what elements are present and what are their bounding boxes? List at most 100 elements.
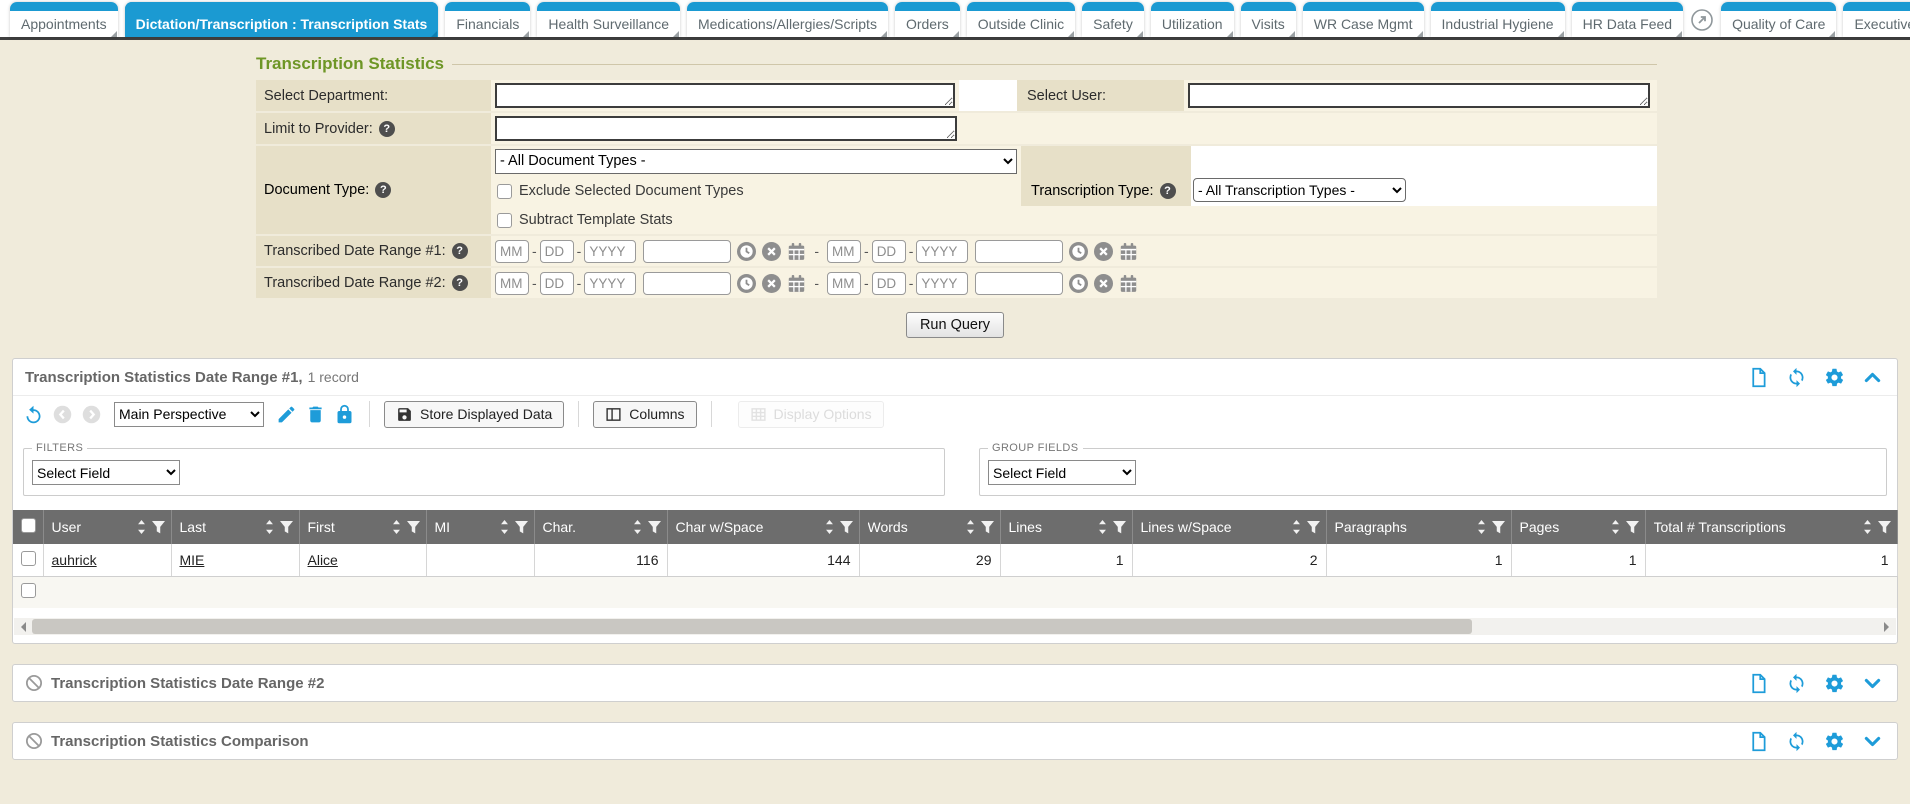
tab-medications-allergies-scripts[interactable]: Medications/Allergies/Scripts — [687, 2, 888, 37]
sort-icon[interactable] — [136, 520, 147, 534]
filter-funnel-icon[interactable] — [1113, 521, 1126, 534]
clear-icon[interactable] — [762, 242, 781, 261]
run-query-button[interactable]: Run Query — [906, 312, 1004, 338]
calendar-icon[interactable] — [1119, 274, 1138, 293]
collapse-icon[interactable] — [1862, 367, 1883, 388]
expand-icon[interactable] — [1862, 673, 1883, 694]
column-header-total-transcriptions[interactable]: Total # Transcriptions — [1645, 510, 1897, 544]
filter-funnel-icon[interactable] — [407, 521, 420, 534]
page-icon[interactable] — [1748, 731, 1769, 752]
filters-field-select[interactable]: Select Field — [32, 460, 180, 485]
range1-end-day-input[interactable] — [872, 240, 906, 263]
next-perspective-icon[interactable] — [81, 404, 102, 425]
sort-icon[interactable] — [264, 520, 275, 534]
range1-end-year-input[interactable] — [916, 240, 968, 263]
clear-icon[interactable] — [762, 274, 781, 293]
scrollbar-thumb[interactable] — [32, 619, 1472, 634]
sort-icon[interactable] — [965, 520, 976, 534]
filter-funnel-icon[interactable] — [1307, 521, 1320, 534]
external-link-icon[interactable] — [1690, 8, 1714, 37]
column-header-words[interactable]: Words — [859, 510, 1000, 544]
range1-end-time-input[interactable] — [975, 240, 1063, 263]
tab-wr-case-mgmt[interactable]: WR Case Mgmt — [1303, 2, 1424, 37]
sort-icon[interactable] — [824, 520, 835, 534]
select-all-checkbox[interactable] — [21, 518, 36, 533]
perspective-select[interactable]: Main Perspective — [114, 402, 264, 427]
calendar-icon[interactable] — [787, 242, 806, 261]
tab-orders[interactable]: Orders — [895, 2, 960, 37]
select-department-input[interactable] — [495, 83, 955, 108]
column-header-lines-w-space[interactable]: Lines w/Space — [1132, 510, 1326, 544]
clock-icon[interactable] — [737, 242, 756, 261]
column-header-paragraphs[interactable]: Paragraphs — [1326, 510, 1511, 544]
empty-row-checkbox[interactable] — [21, 583, 36, 598]
column-header-char-w-space[interactable]: Char w/Space — [667, 510, 859, 544]
page-icon[interactable] — [1748, 367, 1769, 388]
filter-funnel-icon[interactable] — [648, 521, 661, 534]
column-header-user[interactable]: User — [43, 510, 171, 544]
range1-start-month-input[interactable] — [495, 240, 529, 263]
help-icon[interactable] — [379, 121, 395, 137]
tab-hr-data-feed[interactable]: HR Data Feed — [1572, 2, 1683, 37]
column-header-pages[interactable]: Pages — [1511, 510, 1645, 544]
row-select-checkbox[interactable] — [21, 551, 36, 566]
range1-start-year-input[interactable] — [584, 240, 636, 263]
tab-utilization[interactable]: Utilization — [1151, 2, 1234, 37]
gear-icon[interactable] — [1824, 731, 1845, 752]
filter-funnel-icon[interactable] — [152, 521, 165, 534]
edit-pencil-icon[interactable] — [276, 404, 297, 425]
range2-end-day-input[interactable] — [872, 272, 906, 295]
gear-icon[interactable] — [1824, 367, 1845, 388]
filter-funnel-icon[interactable] — [840, 521, 853, 534]
expand-icon[interactable] — [1862, 731, 1883, 752]
delete-trash-icon[interactable] — [305, 404, 326, 425]
clear-icon[interactable] — [1094, 242, 1113, 261]
clear-icon[interactable] — [1094, 274, 1113, 293]
calendar-icon[interactable] — [787, 274, 806, 293]
document-type-select[interactable]: - All Document Types - — [495, 149, 1017, 174]
undo-icon[interactable] — [23, 404, 44, 425]
scroll-right-icon[interactable] — [1878, 618, 1896, 635]
range2-end-time-input[interactable] — [975, 272, 1063, 295]
refresh-icon[interactable] — [1786, 673, 1807, 694]
sort-icon[interactable] — [1862, 520, 1873, 534]
range2-start-day-input[interactable] — [540, 272, 574, 295]
sort-icon[interactable] — [1476, 520, 1487, 534]
range1-end-month-input[interactable] — [827, 240, 861, 263]
help-icon[interactable] — [375, 182, 391, 198]
sort-icon[interactable] — [1610, 520, 1621, 534]
range2-start-time-input[interactable] — [643, 272, 731, 295]
user-link[interactable]: auhrick — [52, 552, 97, 568]
store-displayed-data-button[interactable]: Store Displayed Data — [384, 401, 564, 428]
filter-funnel-icon[interactable] — [1492, 521, 1505, 534]
calendar-icon[interactable] — [1119, 242, 1138, 261]
refresh-icon[interactable] — [1786, 731, 1807, 752]
tab-health-surveillance[interactable]: Health Surveillance — [537, 2, 680, 37]
exclude-document-types-checkbox[interactable] — [497, 184, 512, 199]
sort-icon[interactable] — [391, 520, 402, 534]
filter-funnel-icon[interactable] — [515, 521, 528, 534]
range2-end-year-input[interactable] — [916, 272, 968, 295]
clock-icon[interactable] — [1069, 274, 1088, 293]
clock-icon[interactable] — [1069, 242, 1088, 261]
help-icon[interactable] — [1160, 183, 1176, 199]
sort-icon[interactable] — [1291, 520, 1302, 534]
column-header-lines[interactable]: Lines — [1000, 510, 1132, 544]
first-name-link[interactable]: Alice — [308, 552, 338, 568]
lock-icon[interactable] — [334, 404, 355, 425]
filter-funnel-icon[interactable] — [981, 521, 994, 534]
range2-start-month-input[interactable] — [495, 272, 529, 295]
tab-executive[interactable]: Executive D — [1843, 2, 1910, 37]
limit-to-provider-input[interactable] — [495, 116, 957, 141]
tab-quality-of-care[interactable]: Quality of Care — [1721, 2, 1836, 37]
range2-end-month-input[interactable] — [827, 272, 861, 295]
filter-funnel-icon[interactable] — [1626, 521, 1639, 534]
help-icon[interactable] — [452, 275, 468, 291]
tab-financials[interactable]: Financials — [445, 2, 530, 37]
transcription-type-select[interactable]: - All Transcription Types - — [1193, 178, 1406, 202]
last-name-link[interactable]: MIE — [180, 552, 205, 568]
group-fields-field-select[interactable]: Select Field — [988, 460, 1136, 485]
select-user-input[interactable] — [1188, 83, 1650, 108]
filter-funnel-icon[interactable] — [1878, 521, 1891, 534]
range2-start-year-input[interactable] — [584, 272, 636, 295]
